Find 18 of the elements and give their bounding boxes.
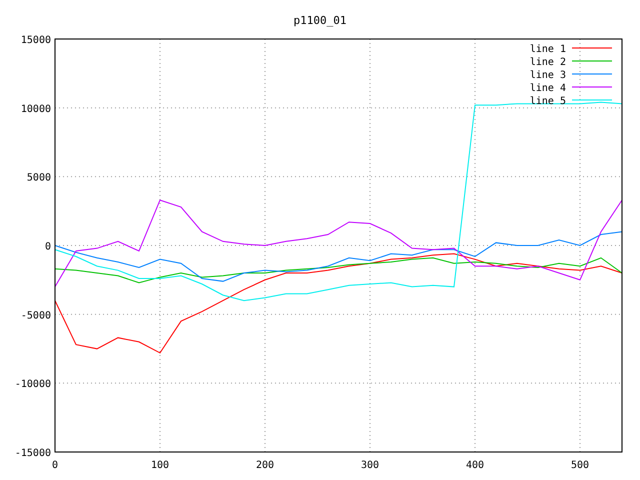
tick-label: 400 (466, 460, 484, 471)
legend-label: line 4 (530, 83, 566, 94)
legend-label: line 3 (530, 70, 566, 81)
tick-label: 10000 (20, 104, 51, 115)
tick-label: 0 (44, 242, 51, 252)
tick-label: 5000 (26, 172, 51, 184)
tick-label: 0 (52, 460, 58, 471)
tick-label: 15000 (20, 35, 51, 46)
tick-label: -15000 (14, 448, 51, 459)
tick-label: 100 (150, 460, 170, 471)
tick-label: 300 (360, 460, 380, 471)
tick-label: 500 (570, 460, 590, 471)
tick-label: -10000 (14, 379, 51, 390)
legend-label: line 2 (530, 57, 566, 68)
tick-label: 200 (256, 460, 274, 471)
legend-label: line 1 (530, 44, 566, 55)
chart-title: p1100_01 (294, 14, 346, 27)
tick-label: -5000 (20, 310, 51, 322)
